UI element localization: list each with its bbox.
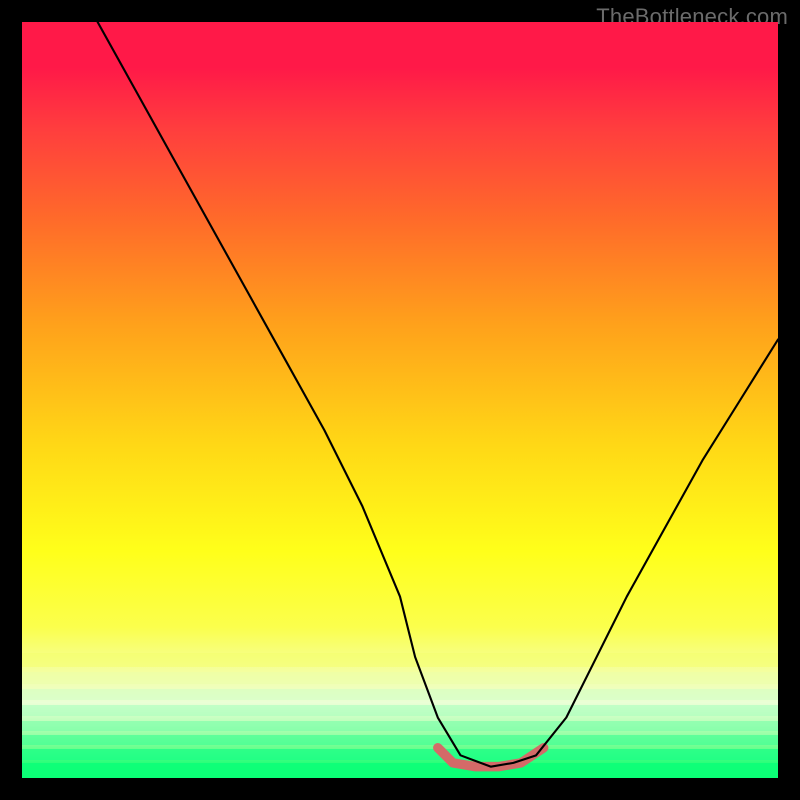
main-curve: [98, 22, 778, 767]
chart-stage: TheBottleneck.com: [0, 0, 800, 800]
plot-area: [22, 22, 778, 778]
curve-svg: [22, 22, 778, 778]
